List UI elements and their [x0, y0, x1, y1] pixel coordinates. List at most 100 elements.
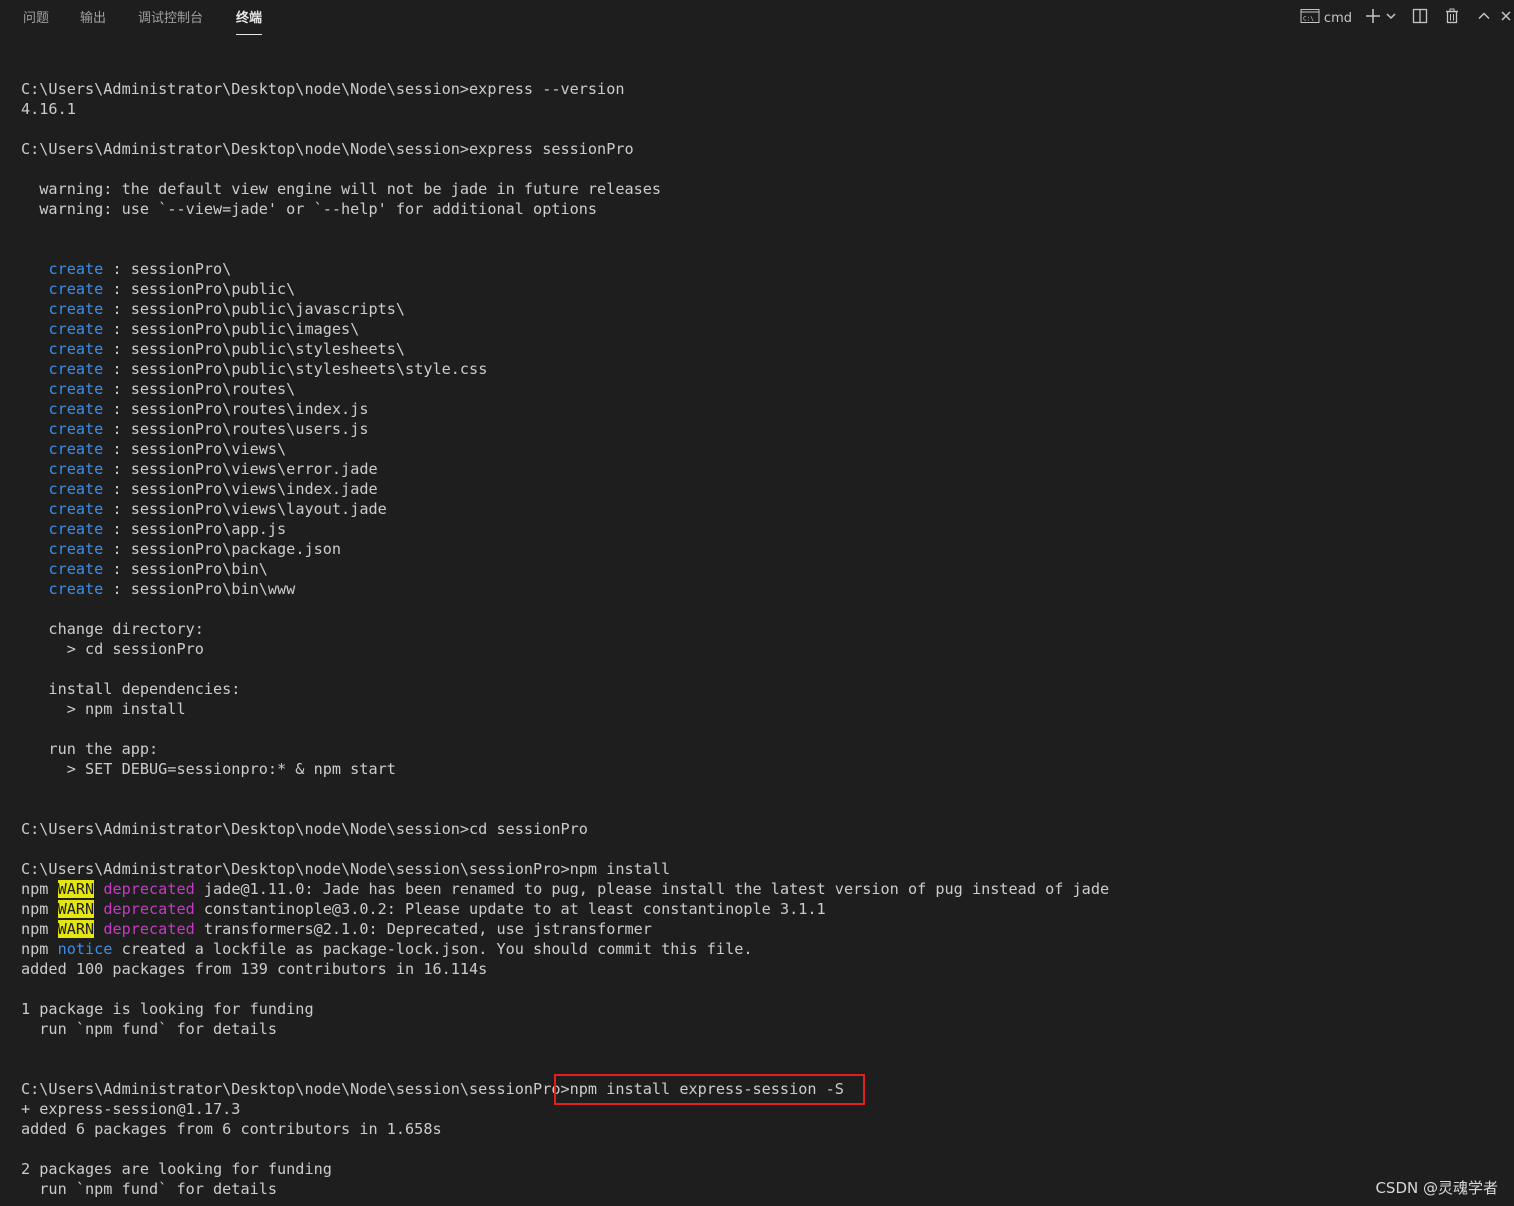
terminal-text: added 100 packages from 139 contributors…	[21, 960, 488, 978]
terminal-line: warning: use `--view=jade' or `--help' f…	[21, 199, 1501, 219]
terminal-line: create : sessionPro\routes\users.js	[21, 419, 1501, 439]
terminal-blue-text: create	[48, 360, 104, 378]
terminal-text: : sessionPro\app.js	[103, 520, 287, 538]
terminal-magenta-text: deprecated	[103, 880, 195, 898]
terminal-text: npm	[21, 940, 58, 958]
trash-icon	[1444, 8, 1460, 29]
chevron-down-icon	[1385, 9, 1397, 27]
tab-problems[interactable]: 问题	[23, 8, 49, 34]
terminal-text: : sessionPro\	[103, 260, 232, 278]
terminal-line: create : sessionPro\views\	[21, 439, 1501, 459]
terminal-line: C:\Users\Administrator\Desktop\node\Node…	[21, 859, 1501, 879]
terminal-line: npm WARN deprecated transformers@2.1.0: …	[21, 919, 1501, 939]
terminal-blue-text: create	[48, 460, 104, 478]
terminal-text: : sessionPro\bin\	[103, 560, 268, 578]
terminal-line: create : sessionPro\bin\	[21, 559, 1501, 579]
terminal-text: 4.16.1	[21, 100, 76, 118]
terminal-line: create : sessionPro\app.js	[21, 519, 1501, 539]
tab-terminal[interactable]: 终端	[236, 8, 263, 35]
terminal-text: npm	[21, 880, 58, 898]
plus-icon	[1365, 8, 1381, 29]
new-terminal-button[interactable]	[1362, 6, 1384, 30]
maximize-panel-button[interactable]	[1468, 6, 1500, 30]
terminal-line: create : sessionPro\public\images\	[21, 319, 1501, 339]
terminal-line: added 100 packages from 139 contributors…	[21, 959, 1501, 979]
terminal-text: > npm install	[21, 700, 186, 718]
svg-text:C:\: C:\	[1303, 15, 1314, 22]
terminal-text: : sessionPro\public\javascripts\	[103, 300, 406, 318]
terminal-text: jade@1.11.0: Jade has been renamed to pu…	[194, 880, 1110, 898]
terminal-blue-text: create	[48, 380, 104, 398]
terminal-blue-text: create	[48, 520, 104, 538]
terminal-text: : sessionPro\public\stylesheets\style.cs…	[103, 360, 488, 378]
terminal-blue-text: create	[48, 280, 104, 298]
terminal-blue-text: create	[48, 300, 104, 318]
terminal-magenta-text: deprecated	[103, 920, 195, 938]
terminal-text: : sessionPro\bin\www	[103, 580, 296, 598]
terminal-text: > SET DEBUG=sessionpro:* & npm start	[21, 760, 396, 778]
close-panel-button[interactable]	[1500, 6, 1514, 30]
split-terminal-button[interactable]	[1404, 6, 1436, 30]
terminal-text: C:\Users\Administrator\Desktop\node\Node…	[21, 80, 625, 98]
terminal-text: transformers@2.1.0: Deprecated, use jstr…	[194, 920, 652, 938]
terminal-output[interactable]: C:\Users\Administrator\Desktop\node\Node…	[21, 79, 1501, 1199]
terminal-text: run `npm fund` for details	[21, 1180, 278, 1198]
terminal-text: : sessionPro\views\error.jade	[103, 460, 378, 478]
terminal-toolbar: C:\ cmd	[1296, 6, 1514, 30]
terminal-blue-text: notice	[57, 940, 113, 958]
terminal-line: create : sessionPro\public\stylesheets\	[21, 339, 1501, 359]
tab-debug-console[interactable]: 调试控制台	[138, 8, 203, 34]
panel-tab-bar: 问题 输出 调试控制台 终端 C:\ cmd	[0, 0, 1514, 40]
terminal-warn-text: WARN	[57, 920, 95, 938]
terminal-text: run the app:	[21, 740, 159, 758]
terminal-panel: 问题 输出 调试控制台 终端 C:\ cmd C:\Users\Administ…	[0, 0, 1514, 1206]
terminal-line: 2 packages are looking for funding	[21, 1159, 1501, 1179]
shell-selector[interactable]: C:\ cmd	[1296, 6, 1356, 30]
terminal-line: run `npm fund` for details	[21, 1019, 1501, 1039]
terminal-line: create : sessionPro\public\stylesheets\s…	[21, 359, 1501, 379]
terminal-line: added 6 packages from 6 contributors in …	[21, 1119, 1501, 1139]
terminal-line: create : sessionPro\views\error.jade	[21, 459, 1501, 479]
terminal-blue-text: create	[48, 400, 104, 418]
terminal-blue-text: create	[48, 440, 104, 458]
terminal-text: 1 package is looking for funding	[21, 1000, 314, 1018]
terminal-text: : sessionPro\views\layout.jade	[103, 500, 387, 518]
terminal-line: 1 package is looking for funding	[21, 999, 1501, 1019]
shell-label: cmd	[1323, 10, 1352, 26]
terminal-line: > npm install	[21, 699, 1501, 719]
terminal-text: added 6 packages from 6 contributors in …	[21, 1120, 442, 1138]
highlight-box	[554, 1074, 865, 1105]
watermark: CSDN @灵魂学者	[1375, 1179, 1498, 1197]
kill-terminal-button[interactable]	[1436, 6, 1468, 30]
terminal-text: + express-session@1.17.3	[21, 1100, 241, 1118]
terminal-text: change directory:	[21, 620, 204, 638]
terminal-blue-text: create	[48, 500, 104, 518]
terminal-text: warning: the default view engine will no…	[21, 180, 662, 198]
terminal-line: create : sessionPro\package.json	[21, 539, 1501, 559]
close-icon	[1500, 9, 1512, 27]
terminal-dropdown-button[interactable]	[1384, 6, 1398, 30]
terminal-text: npm	[21, 900, 58, 918]
tab-output[interactable]: 输出	[80, 8, 106, 34]
